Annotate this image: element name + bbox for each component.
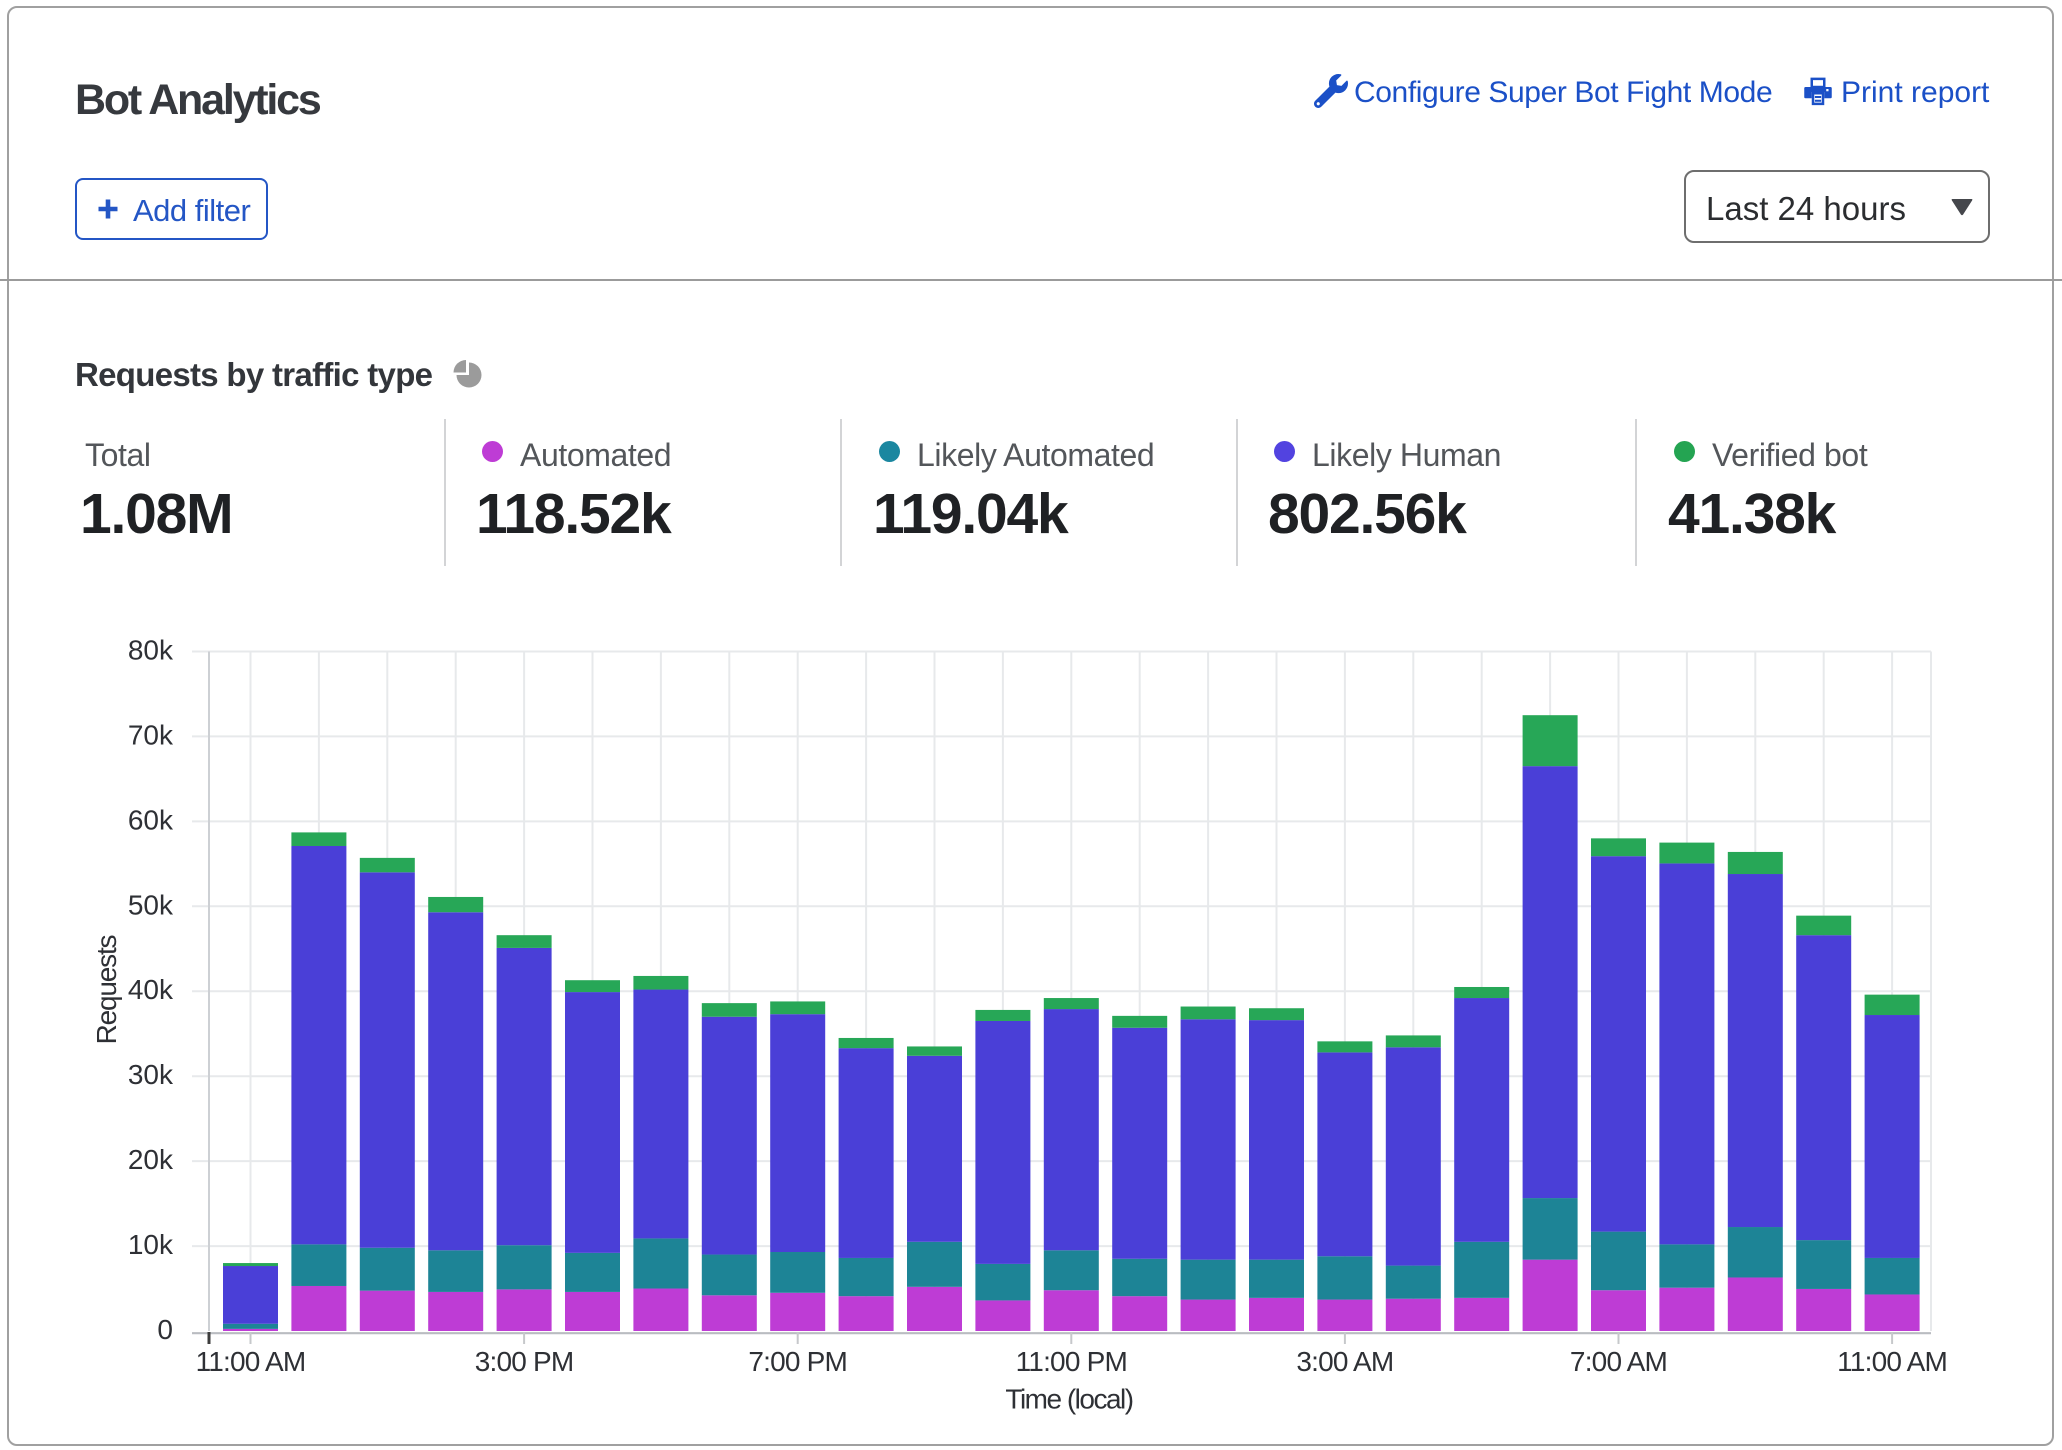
svg-text:30k: 30k	[128, 1059, 174, 1090]
svg-text:11:00 PM: 11:00 PM	[1016, 1346, 1127, 1377]
svg-text:3:00 AM: 3:00 AM	[1296, 1346, 1393, 1377]
svg-text:11:00 AM: 11:00 AM	[196, 1346, 306, 1377]
svg-text:70k: 70k	[128, 719, 174, 750]
svg-text:7:00 PM: 7:00 PM	[748, 1346, 847, 1377]
svg-text:50k: 50k	[128, 889, 174, 920]
svg-text:10k: 10k	[128, 1229, 174, 1260]
svg-text:40k: 40k	[128, 974, 174, 1005]
svg-text:80k: 80k	[128, 635, 174, 666]
svg-text:11:00 AM: 11:00 AM	[1837, 1346, 1947, 1377]
svg-text:7:00 AM: 7:00 AM	[1570, 1346, 1667, 1377]
svg-text:0: 0	[157, 1314, 173, 1345]
svg-text:Time (local): Time (local)	[1005, 1384, 1132, 1415]
svg-text:20k: 20k	[128, 1144, 174, 1175]
svg-text:3:00 PM: 3:00 PM	[475, 1346, 574, 1377]
svg-text:Requests: Requests	[91, 935, 122, 1044]
svg-text:60k: 60k	[128, 804, 174, 835]
